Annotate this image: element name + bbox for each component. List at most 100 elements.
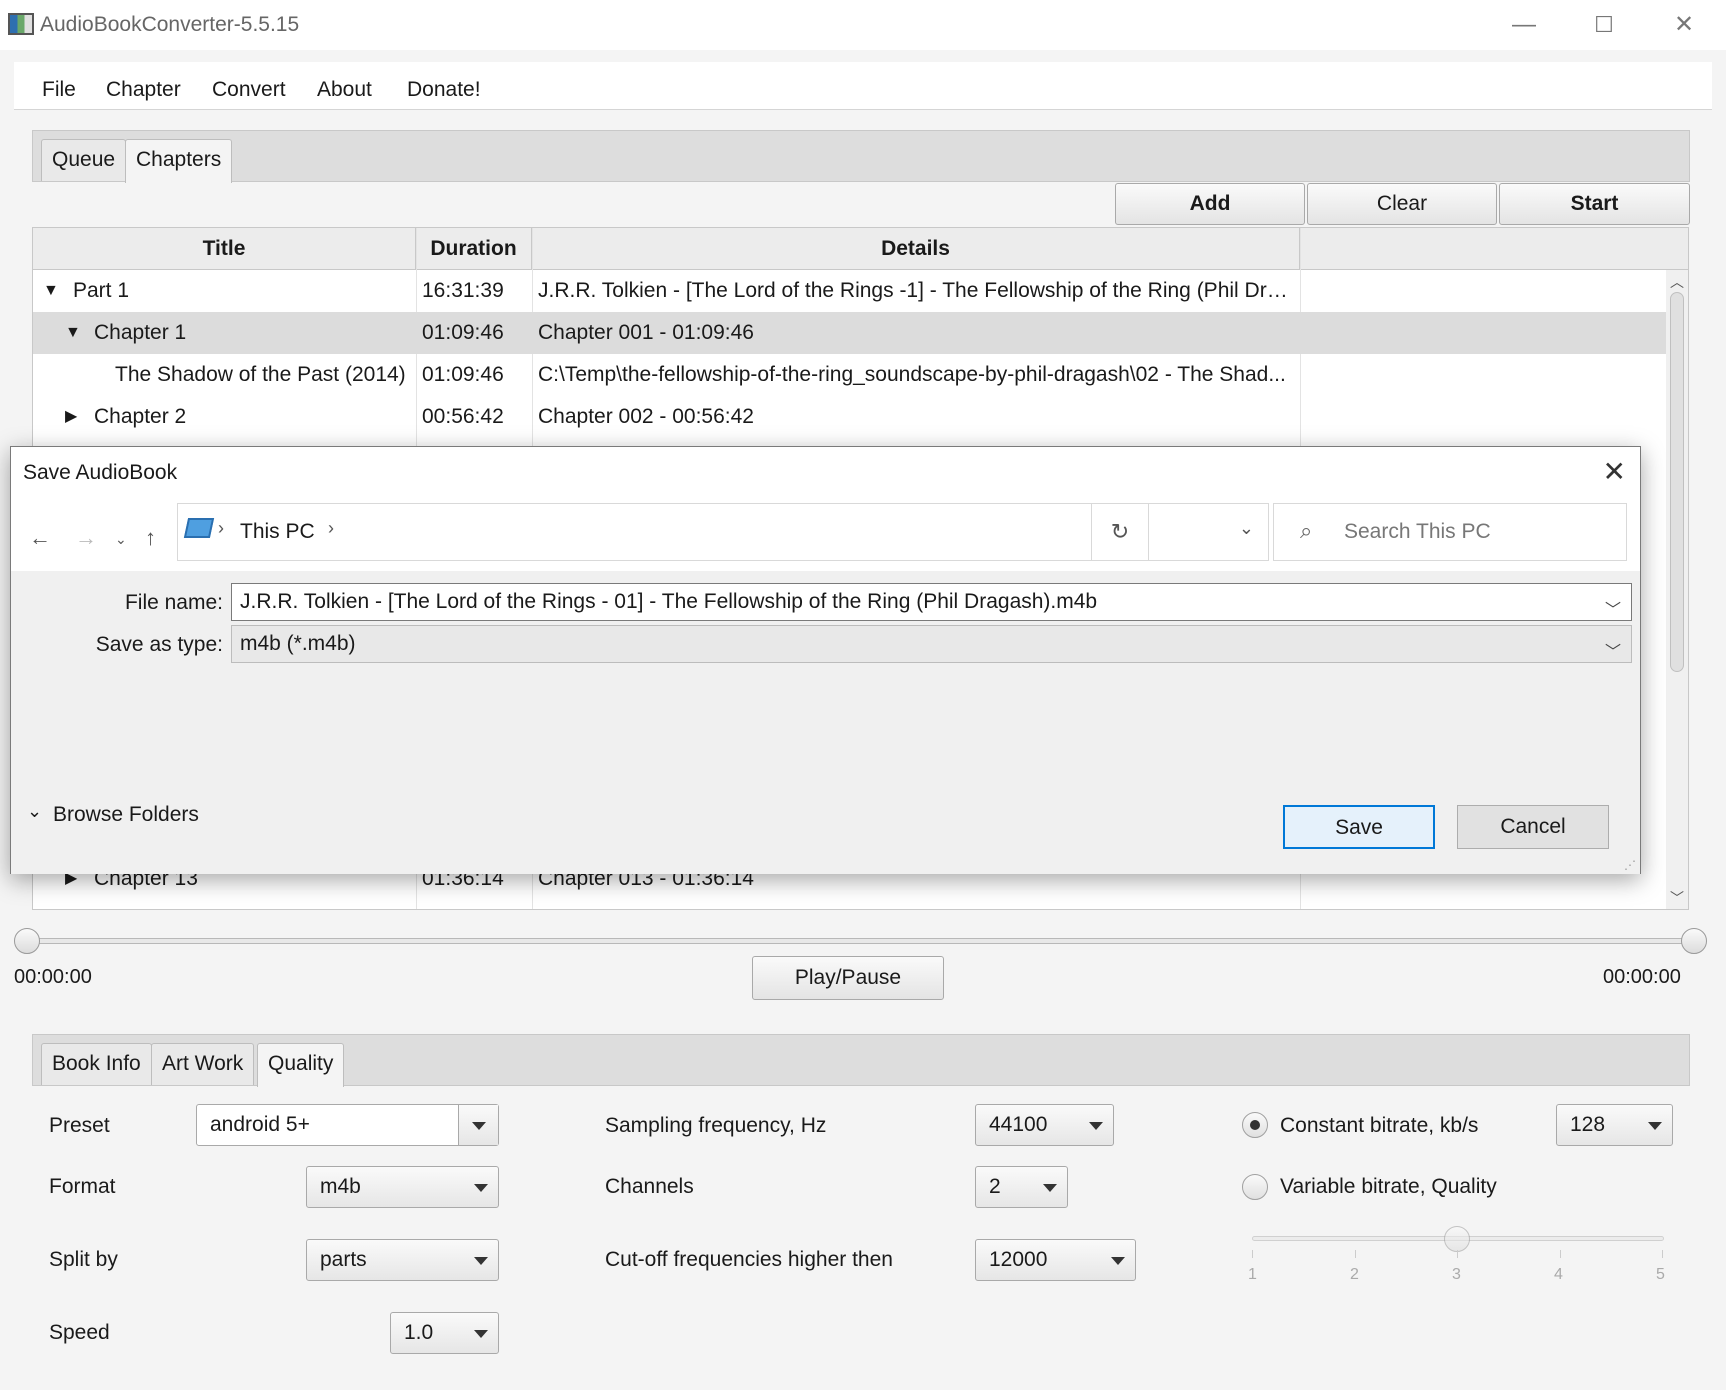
chevron-down-icon bbox=[1043, 1184, 1057, 1192]
split-by-combo[interactable]: parts bbox=[306, 1239, 499, 1281]
scroll-thumb[interactable] bbox=[1670, 292, 1684, 672]
expand-icon[interactable]: ▶ bbox=[65, 396, 95, 438]
up-arrow-icon[interactable]: ↑ bbox=[145, 525, 156, 551]
channels-combo[interactable]: 2 bbox=[975, 1166, 1068, 1208]
vbr-radio[interactable] bbox=[1242, 1174, 1268, 1200]
cutoff-combo[interactable]: 12000 bbox=[975, 1239, 1136, 1281]
computer-icon bbox=[184, 518, 214, 538]
row-title: Chapter 2 bbox=[94, 396, 414, 438]
format-combo[interactable]: m4b bbox=[306, 1166, 499, 1208]
chevron-down-icon bbox=[1111, 1257, 1125, 1265]
tab-book-info[interactable]: Book Info bbox=[41, 1043, 152, 1085]
table-row[interactable]: ▼ Chapter 1 01:09:46 Chapter 001 - 01:09… bbox=[33, 312, 1666, 354]
forward-arrow-icon[interactable]: → bbox=[75, 525, 97, 551]
column-title[interactable]: Title bbox=[33, 228, 416, 270]
column-details[interactable]: Details bbox=[532, 228, 1300, 270]
sampling-combo[interactable]: 44100 bbox=[975, 1104, 1114, 1146]
file-name-input[interactable]: J.R.R. Tolkien - [The Lord of the Rings … bbox=[231, 583, 1632, 621]
maximize-button[interactable]: ☐ bbox=[1584, 10, 1624, 40]
breadcrumb-separator-icon[interactable]: › bbox=[328, 518, 334, 539]
playback-end-handle[interactable] bbox=[1681, 928, 1707, 954]
tab-art-work[interactable]: Art Work bbox=[151, 1043, 254, 1085]
file-name-value: J.R.R. Tolkien - [The Lord of the Rings … bbox=[240, 590, 1097, 613]
chevron-down-icon bbox=[474, 1257, 488, 1265]
breadcrumb-this-pc[interactable]: This PC bbox=[240, 520, 315, 544]
start-button[interactable]: Start bbox=[1499, 183, 1690, 225]
breadcrumb-separator-icon: › bbox=[218, 518, 224, 539]
table-row[interactable]: The Shadow of the Past (2014) 01:09:46 C… bbox=[33, 354, 1666, 396]
preset-combo[interactable]: android 5+ bbox=[196, 1104, 499, 1146]
speed-value: 1.0 bbox=[404, 1321, 433, 1344]
playback-start-handle[interactable] bbox=[14, 928, 40, 954]
row-details: Chapter 002 - 00:56:42 bbox=[538, 396, 1298, 438]
row-title: Chapter 1 bbox=[94, 312, 414, 354]
cbr-radio[interactable] bbox=[1242, 1112, 1268, 1138]
tab-quality[interactable]: Quality bbox=[257, 1043, 344, 1087]
speed-combo[interactable]: 1.0 bbox=[390, 1312, 499, 1354]
vbr-tick-mark bbox=[1252, 1250, 1253, 1258]
address-dropdown-icon[interactable]: ⌄ bbox=[1239, 518, 1254, 539]
play-pause-button[interactable]: Play/Pause bbox=[752, 956, 944, 1000]
table-row[interactable]: ▼ Part 1 16:31:39 J.R.R. Tolkien - [The … bbox=[33, 270, 1666, 312]
expand-icon[interactable]: ▼ bbox=[43, 270, 73, 312]
search-input[interactable]: Search This PC bbox=[1344, 520, 1491, 544]
recent-locations-icon[interactable]: ⌄ bbox=[115, 531, 127, 548]
preset-value: android 5+ bbox=[210, 1113, 310, 1136]
vbr-quality-handle bbox=[1444, 1226, 1470, 1252]
close-button[interactable]: ✕ bbox=[1664, 10, 1704, 40]
table-row[interactable]: ▶ Chapter 2 00:56:42 Chapter 002 - 00:56… bbox=[33, 396, 1666, 438]
menu-file[interactable]: File bbox=[42, 78, 76, 102]
preset-label: Preset bbox=[49, 1114, 110, 1138]
scroll-up-icon[interactable]: ︿ bbox=[1670, 272, 1684, 292]
chevron-down-icon[interactable]: ﹀ bbox=[1605, 593, 1621, 629]
save-type-select[interactable]: m4b (*.m4b) ﹀ bbox=[231, 625, 1632, 663]
tab-chapters[interactable]: Chapters bbox=[125, 139, 232, 183]
refresh-button[interactable]: ↻ bbox=[1091, 503, 1149, 561]
search-box[interactable]: ⌕ Search This PC bbox=[1273, 503, 1627, 561]
menu-about[interactable]: About bbox=[317, 78, 372, 102]
table-scrollbar[interactable]: ︿ ﹀ bbox=[1666, 270, 1688, 910]
title-bar: AudioBookConverter-5.5.15 — ☐ ✕ bbox=[0, 0, 1726, 50]
save-button[interactable]: Save bbox=[1283, 805, 1435, 849]
resize-grip-icon[interactable]: ⋰ bbox=[1624, 858, 1636, 872]
menu-convert[interactable]: Convert bbox=[212, 78, 286, 102]
menu-chapter[interactable]: Chapter bbox=[106, 78, 181, 102]
vbr-tick-label: 2 bbox=[1350, 1266, 1359, 1284]
browse-folders-toggle[interactable]: Browse Folders bbox=[53, 803, 199, 827]
table-header: Title Duration Details bbox=[33, 228, 1688, 270]
chevron-down-icon bbox=[1089, 1122, 1103, 1130]
chevron-down-icon bbox=[472, 1122, 486, 1130]
close-icon[interactable]: ✕ bbox=[1603, 455, 1626, 488]
vbr-tick-label: 1 bbox=[1248, 1266, 1257, 1284]
row-duration: 16:31:39 bbox=[422, 270, 527, 312]
clear-button[interactable]: Clear bbox=[1307, 183, 1497, 225]
playback-slider[interactable] bbox=[26, 938, 1696, 944]
tab-queue[interactable]: Queue bbox=[41, 139, 126, 181]
expand-icon[interactable]: ▼ bbox=[65, 312, 95, 354]
preset-dropdown-button[interactable] bbox=[458, 1105, 498, 1145]
chevron-down-icon bbox=[474, 1184, 488, 1192]
dialog-body: File name: J.R.R. Tolkien - [The Lord of… bbox=[11, 571, 1640, 874]
vbr-tick-mark bbox=[1457, 1250, 1458, 1258]
minimize-button[interactable]: — bbox=[1504, 10, 1544, 40]
dialog-title: Save AudioBook bbox=[23, 461, 177, 485]
bitrate-combo[interactable]: 128 bbox=[1556, 1104, 1673, 1146]
row-title: Part 1 bbox=[73, 270, 413, 312]
column-duration[interactable]: Duration bbox=[416, 228, 532, 270]
save-type-label: Save as type: bbox=[71, 633, 223, 657]
search-icon: ⌕ bbox=[1300, 518, 1312, 544]
add-button[interactable]: Add bbox=[1115, 183, 1305, 225]
row-details: J.R.R. Tolkien - [The Lord of the Rings … bbox=[538, 270, 1298, 312]
scroll-down-icon[interactable]: ﹀ bbox=[1670, 888, 1684, 908]
vbr-tick-label: 4 bbox=[1554, 1266, 1563, 1284]
row-details: C:\Temp\the-fellowship-of-the-ring_sound… bbox=[538, 354, 1298, 396]
vbr-label: Variable bitrate, Quality bbox=[1280, 1175, 1497, 1199]
chevron-down-icon[interactable]: ⌄ bbox=[27, 801, 42, 822]
refresh-icon: ↻ bbox=[1111, 519, 1129, 544]
save-type-value: m4b (*.m4b) bbox=[240, 632, 356, 655]
back-arrow-icon[interactable]: ← bbox=[29, 525, 51, 551]
vbr-tick-label: 3 bbox=[1452, 1266, 1461, 1284]
menu-donate[interactable]: Donate! bbox=[407, 78, 481, 102]
cancel-button[interactable]: Cancel bbox=[1457, 805, 1609, 849]
window-title: AudioBookConverter-5.5.15 bbox=[40, 13, 299, 37]
